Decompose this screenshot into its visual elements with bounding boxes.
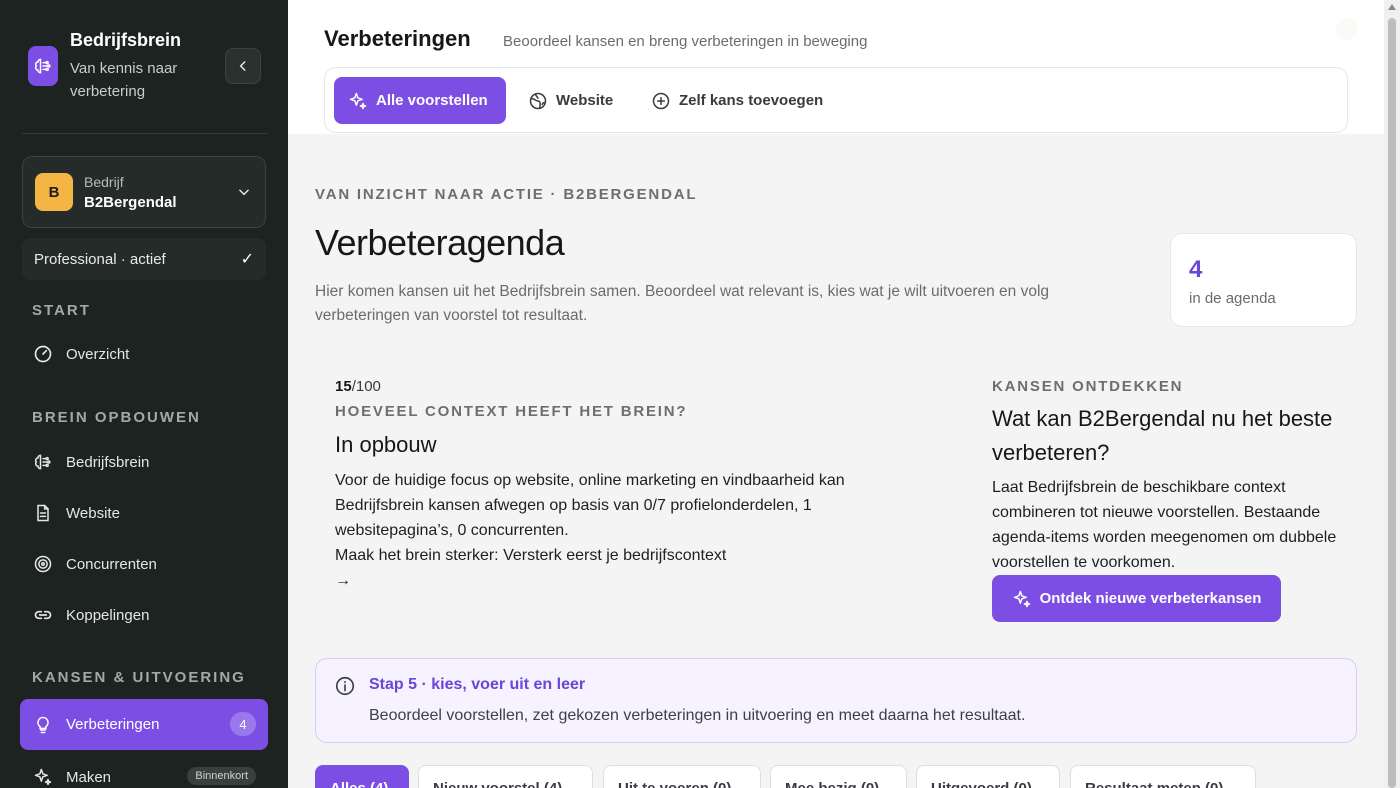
section-brein-opbouwen: BREIN OPBOUWEN [32, 409, 201, 426]
sidebar-item-label: Koppelingen [66, 606, 150, 624]
brain-icon [32, 451, 54, 473]
link-text: Maak het brein sterker: Versterk eerst j… [335, 547, 727, 564]
chevron-down-icon [237, 185, 251, 204]
sidebar-item-label: Verbeteringen [66, 716, 160, 733]
page-title: Verbeteringen [324, 26, 471, 51]
plus-circle-icon [651, 91, 671, 111]
tab-label: Website [556, 92, 614, 109]
context-eyebrow: HOEVEEL CONTEXT HEEFT HET BREIN? [335, 403, 688, 420]
vertical-scrollbar[interactable] [1384, 0, 1400, 788]
sidebar-item-concurrenten[interactable]: Concurrenten [20, 541, 268, 587]
agenda-title: Verbeteragenda [315, 222, 565, 263]
company-badge: B [35, 173, 73, 211]
scroll-up-icon[interactable] [1388, 4, 1396, 10]
plan-text: Professional · actief [34, 250, 166, 268]
chevron-left-icon [239, 61, 246, 71]
gauge-icon [32, 343, 54, 365]
context-description: Voor de huidige focus op website, online… [335, 472, 845, 539]
context-score-value: 15 [335, 378, 352, 395]
lightbulb-icon [32, 714, 54, 736]
company-label: Bedrijf [84, 173, 124, 190]
tab-label: Alle voorstellen [376, 92, 488, 109]
context-score-max: /100 [351, 378, 381, 395]
agenda-count-card: 4 in de agenda [1170, 233, 1357, 327]
filter-nieuw-voorstel[interactable]: Nieuw voorstel (4) [418, 765, 593, 788]
count-badge: 4 [230, 712, 256, 736]
info-icon [334, 675, 356, 702]
filter-uitgevoerd[interactable]: Uitgevoerd (0) [916, 765, 1060, 788]
brand-subtitle: Van kennis naar verbetering [70, 60, 178, 100]
link-icon [32, 604, 54, 626]
brand: Bedrijfsbrein Van kennis naar verbeterin… [28, 30, 210, 103]
sidebar-item-label: Website [66, 504, 120, 522]
context-title: In opbouw [335, 432, 437, 457]
scroll-thumb[interactable] [1388, 18, 1396, 788]
button-label: Ontdek nieuwe verbeterkansen [1039, 590, 1262, 607]
sparkles-icon [1012, 589, 1032, 609]
page-subtitle: Beoordeel kansen en breng verbeteringen … [503, 33, 868, 50]
strengthen-context-link[interactable]: Maak het brein sterker: Versterk eerst j… [335, 543, 895, 593]
check-icon: ✓ [240, 251, 254, 268]
tab-label: Zelf kans toevoegen [679, 92, 824, 109]
header-decoration [1336, 18, 1358, 40]
filter-resultaat-meten[interactable]: Resultaat meten (0) [1070, 765, 1256, 788]
globe-icon [528, 91, 548, 111]
sidebar-item-website[interactable]: Website [20, 490, 268, 536]
filter-alles[interactable]: Alles (4) [315, 765, 409, 788]
sidebar-item-label: Maken [66, 768, 112, 786]
agenda-count-value: 4 [1189, 256, 1203, 283]
context-score: 15/100 [335, 378, 381, 395]
agenda-description: Hier komen kansen uit het Bedrijfsbrein … [315, 283, 1050, 324]
sidebar-item-maken[interactable]: Maken Binnenkort [20, 754, 268, 788]
sidebar-item-bedrijfsbrein[interactable]: Bedrijfsbrein [20, 439, 268, 485]
step-description: Beoordeel voorstellen, zet gekozen verbe… [369, 707, 1026, 724]
sparkles-icon [32, 766, 54, 788]
sidebar-item-overzicht[interactable]: Overzicht [20, 331, 268, 377]
sidebar: Bedrijfsbrein Van kennis naar verbeterin… [0, 0, 288, 788]
page-header: Verbeteringen Beoordeel kansen en breng … [288, 0, 1384, 134]
tab-zelf-kans-toevoegen[interactable]: Zelf kans toevoegen [637, 77, 837, 124]
tab-bar: Alle voorstellen Website Zelf kans toevo… [324, 67, 1348, 133]
company-selector[interactable]: B Bedrijf B2Bergendal [22, 156, 266, 228]
company-name: B2Bergendal [84, 193, 177, 211]
arrow-right-icon: → [335, 572, 351, 589]
sidebar-item-label: Bedrijfsbrein [66, 453, 150, 471]
sparkles-icon [348, 91, 368, 111]
discover-title: Wat kan B2Bergendal nu het beste verbete… [992, 406, 1333, 465]
agenda-count-label: in de agenda [1189, 290, 1276, 307]
sidebar-item-label: Overzicht [66, 345, 130, 363]
step-title: Stap 5 · kies, voer uit en leer [369, 676, 586, 693]
sidebar-divider [22, 133, 268, 134]
brain-logo-icon [28, 46, 58, 86]
section-start: START [32, 302, 91, 319]
agenda-eyebrow: VAN INZICHT NAAR ACTIE · B2BERGENDAL [315, 186, 698, 203]
discover-eyebrow: KANSEN ONTDEKKEN [992, 378, 1184, 395]
collapse-sidebar-button[interactable] [225, 48, 261, 84]
step-info-box: Stap 5 · kies, voer uit en leer Beoordee… [315, 658, 1357, 743]
sidebar-item-verbeteringen[interactable]: Verbeteringen 4 [20, 699, 268, 750]
sidebar-item-koppelingen[interactable]: Koppelingen [20, 592, 268, 638]
document-icon [32, 502, 54, 524]
plan-status: Professional · actief ✓ [22, 238, 266, 280]
tab-alle-voorstellen[interactable]: Alle voorstellen [334, 77, 506, 124]
tab-website[interactable]: Website [514, 77, 627, 124]
filter-mee-bezig[interactable]: Mee bezig (0) [770, 765, 907, 788]
sidebar-item-label: Concurrenten [66, 555, 157, 573]
discover-opportunities-button[interactable]: Ontdek nieuwe verbeterkansen [992, 575, 1281, 622]
discover-description: Laat Bedrijfsbrein de beschikbare contex… [992, 479, 1337, 571]
brand-title: Bedrijfsbrein [70, 30, 182, 50]
filter-uit-te-voeren[interactable]: Uit te voeren (0) [603, 765, 761, 788]
coming-soon-badge: Binnenkort [187, 767, 256, 785]
target-icon [32, 553, 54, 575]
section-kansen-uitvoering: KANSEN & UITVOERING [32, 669, 246, 686]
